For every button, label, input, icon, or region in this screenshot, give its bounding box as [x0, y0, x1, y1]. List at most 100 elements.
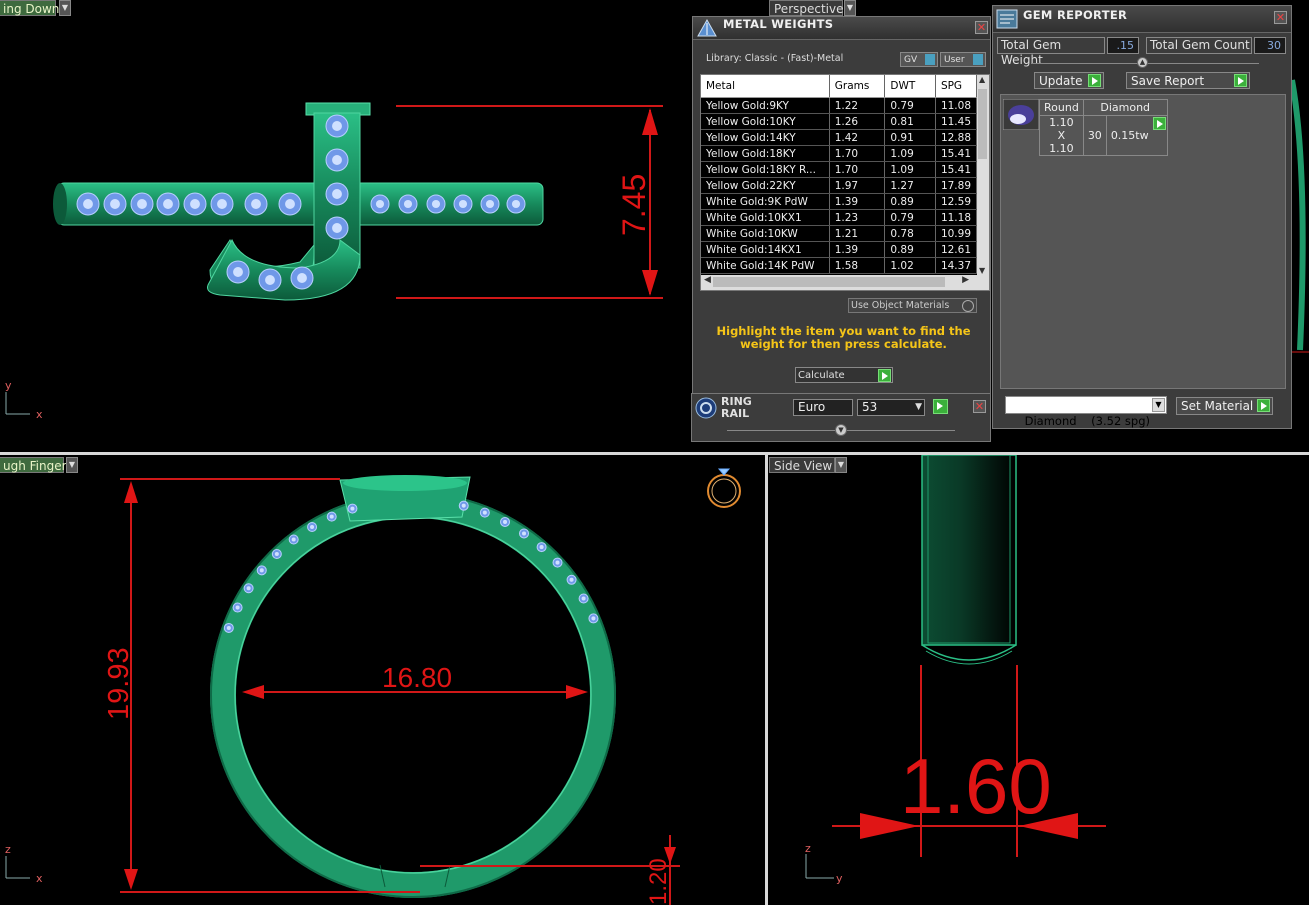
- viewport-divider-vertical[interactable]: [765, 452, 768, 905]
- close-icon[interactable]: ✕: [975, 21, 988, 34]
- ring-side-view: 1.60 z y: [805, 455, 1106, 885]
- dimension-height: 7.45: [616, 174, 652, 236]
- use-object-materials-toggle[interactable]: Use Object Materials: [848, 298, 977, 313]
- play-icon[interactable]: [1152, 117, 1166, 130]
- gem-shape: Round: [1039, 99, 1084, 116]
- panel-title-bar[interactable]: GEM REPORTER ✕: [993, 6, 1291, 33]
- panel-title: METAL WEIGHTS: [723, 17, 834, 31]
- gem-stone: [156, 192, 180, 216]
- vertical-scrollbar[interactable]: ▲ ▼: [977, 75, 989, 275]
- gem-stone: [552, 557, 563, 568]
- gem-stone: [479, 507, 490, 518]
- column-header[interactable]: DWT: [884, 75, 936, 98]
- column-header[interactable]: Metal: [701, 75, 830, 98]
- gem-table: Round Diamond 1.10 X 1.10 30 0.15tw: [1039, 99, 1168, 156]
- metal-table-container[interactable]: Metal Grams DWT SPG Yellow Gold:9KY 1.22 0…: [700, 74, 990, 291]
- material-select-value: Diamond (3.52 spg): [1024, 414, 1150, 428]
- update-button[interactable]: Update: [1034, 72, 1104, 89]
- viewport-label-perspective[interactable]: Perspective: [769, 0, 844, 16]
- close-icon[interactable]: ✕: [973, 400, 986, 413]
- gem-stone: [325, 216, 349, 240]
- user-toggle[interactable]: User: [940, 52, 986, 67]
- set-material-label: Set Material: [1181, 399, 1254, 413]
- viewport-label-side-view[interactable]: Side View: [769, 457, 835, 473]
- slider-handle[interactable]: ▼: [835, 424, 847, 436]
- letter-j-ring-top-view: 7.45 y x: [5, 102, 663, 421]
- gem-stone: [453, 194, 473, 214]
- table-cell: 0.79: [884, 209, 936, 226]
- column-header[interactable]: Grams: [829, 75, 886, 98]
- table-cell: 15.41: [935, 145, 978, 162]
- material-select[interactable]: Diamond (3.52 spg) ▼: [1005, 396, 1167, 428]
- gem-stone: [506, 194, 526, 214]
- use-object-materials-label: Use Object Materials: [851, 300, 950, 311]
- table-row[interactable]: Yellow Gold:18KY R... 1.70 1.09 15.41: [701, 161, 978, 178]
- axis-x-label: x: [36, 408, 43, 421]
- chevron-down-icon[interactable]: ▼: [844, 0, 856, 16]
- save-report-button[interactable]: Save Report: [1126, 72, 1250, 89]
- table-cell: 0.78: [884, 225, 936, 242]
- gem-stone: [578, 593, 589, 604]
- slider-handle[interactable]: ▲: [1137, 57, 1148, 68]
- scale-icon: [697, 19, 717, 37]
- chevron-down-icon[interactable]: ▼: [835, 457, 847, 473]
- gem-stone: [130, 192, 154, 216]
- viewport-top[interactable]: 7.45 y x ing Down ▼: [0, 0, 765, 452]
- table-row[interactable]: White Gold:9K PdW 1.39 0.89 12.59: [701, 193, 978, 210]
- ring-size-select[interactable]: 53 ▼: [857, 399, 925, 416]
- play-icon: [878, 369, 891, 382]
- gv-label: GV: [904, 55, 918, 65]
- set-material-button[interactable]: Set Material: [1176, 397, 1273, 415]
- chevron-down-icon[interactable]: ▼: [66, 457, 78, 473]
- gem-list[interactable]: Round Diamond 1.10 X 1.10 30 0.15tw: [1000, 94, 1286, 389]
- close-icon[interactable]: ✕: [1274, 11, 1287, 24]
- dimension-ring-inner: 16.80: [382, 662, 452, 693]
- table-cell: 1.21: [829, 225, 886, 242]
- table-row[interactable]: Yellow Gold:10KY 1.26 0.81 11.45: [701, 113, 978, 130]
- table-row[interactable]: Yellow Gold:14KY 1.42 0.91 12.88: [701, 129, 978, 146]
- viewport-divider-horizontal[interactable]: [0, 452, 1309, 455]
- play-icon: [1088, 74, 1101, 87]
- table-row[interactable]: White Gold:10KW 1.21 0.78 10.99: [701, 225, 978, 242]
- viewport-side[interactable]: 1.60 z y Side View ▼: [768, 455, 1309, 905]
- chevron-down-icon[interactable]: ▼: [59, 0, 71, 16]
- table-cell: Yellow Gold:14KY: [701, 129, 830, 146]
- table-cell: 15.41: [935, 161, 978, 178]
- table-row[interactable]: Yellow Gold:22KY 1.97 1.27 17.89: [701, 177, 978, 194]
- ring-standard-field[interactable]: Euro: [793, 399, 853, 416]
- table-cell: White Gold:14KX1: [701, 241, 830, 258]
- table-row[interactable]: White Gold:14KX1 1.39 0.89 12.61: [701, 241, 978, 258]
- table-row[interactable]: White Gold:10KX1 1.23 0.79 11.18: [701, 209, 978, 226]
- viewport-label-through-finger[interactable]: ugh Finger: [0, 457, 67, 473]
- panel-title-bar[interactable]: METAL WEIGHTS ✕: [693, 17, 990, 40]
- gv-toggle[interactable]: GV: [900, 52, 938, 67]
- table-cell: 1.39: [829, 241, 886, 258]
- table-row[interactable]: White Gold:14K PdW 1.58 1.02 14.37: [701, 257, 978, 274]
- table-cell: 12.59: [935, 193, 978, 210]
- table-cell: Yellow Gold:9KY: [701, 97, 830, 114]
- table-cell: Yellow Gold:18KY R...: [701, 161, 830, 178]
- total-gem-count-value: 30: [1254, 37, 1286, 54]
- gem-stone: [183, 192, 207, 216]
- gem-stone: [500, 516, 511, 527]
- viewport-front[interactable]: 19.93 16.80 1.20 z x ugh Finger ▼: [0, 455, 765, 905]
- apply-ring-size-button[interactable]: [933, 399, 948, 414]
- chevron-down-icon: ▼: [915, 402, 922, 412]
- calculate-button[interactable]: Calculate: [795, 367, 893, 383]
- horizontal-scrollbar[interactable]: ◀ ▶: [701, 275, 989, 290]
- table-cell: 11.08: [935, 97, 978, 114]
- ring-rail-panel: RING RAIL Euro 53 ▼ ✕ ▼: [691, 393, 991, 442]
- dimension-ring-outer: 19.93: [103, 647, 135, 720]
- table-cell: 1.39: [829, 193, 886, 210]
- ring-icon: [707, 468, 741, 508]
- table-cell: Yellow Gold:22KY: [701, 177, 830, 194]
- column-header[interactable]: SPG: [935, 75, 978, 98]
- table-cell: 1.97: [829, 177, 886, 194]
- table-row[interactable]: Yellow Gold:18KY 1.70 1.09 15.41: [701, 145, 978, 162]
- viewport-label-looking-down[interactable]: ing Down: [0, 0, 59, 16]
- gem-stone: [325, 182, 349, 206]
- round-diamond-icon: [1003, 99, 1039, 130]
- calculate-label: Calculate: [798, 370, 845, 381]
- gem-stone: [278, 192, 302, 216]
- table-row[interactable]: Yellow Gold:9KY 1.22 0.79 11.08: [701, 97, 978, 114]
